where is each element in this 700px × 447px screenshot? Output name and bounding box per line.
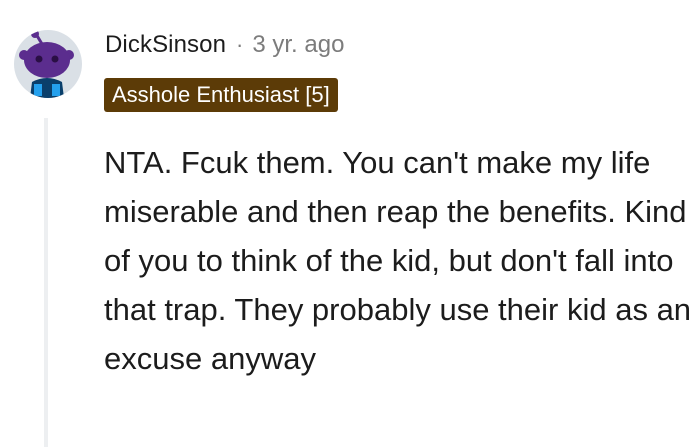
comment-meta: DickSinson · 3 yr. ago (105, 26, 344, 64)
meta-separator: · (236, 32, 244, 57)
reddit-snoo-avatar-icon (19, 30, 74, 98)
thread-line[interactable] (44, 118, 48, 447)
user-avatar[interactable] (14, 30, 82, 98)
username-link[interactable]: DickSinson (105, 31, 226, 59)
comment: DickSinson · 3 yr. ago Asshole Enthusias… (0, 0, 700, 447)
timestamp-link[interactable]: 3 yr. ago (252, 31, 344, 59)
user-flair: Asshole Enthusiast [5] (104, 78, 338, 112)
comment-body: NTA. Fcuk them. You can't make my life m… (104, 145, 692, 376)
